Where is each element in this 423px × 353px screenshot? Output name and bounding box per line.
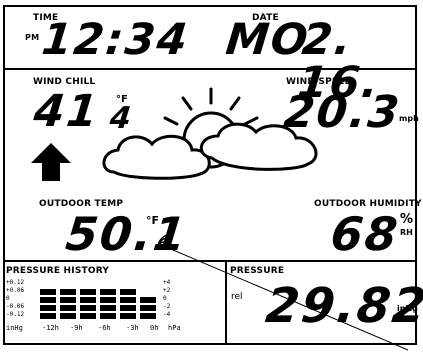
callout-line xyxy=(158,243,409,351)
